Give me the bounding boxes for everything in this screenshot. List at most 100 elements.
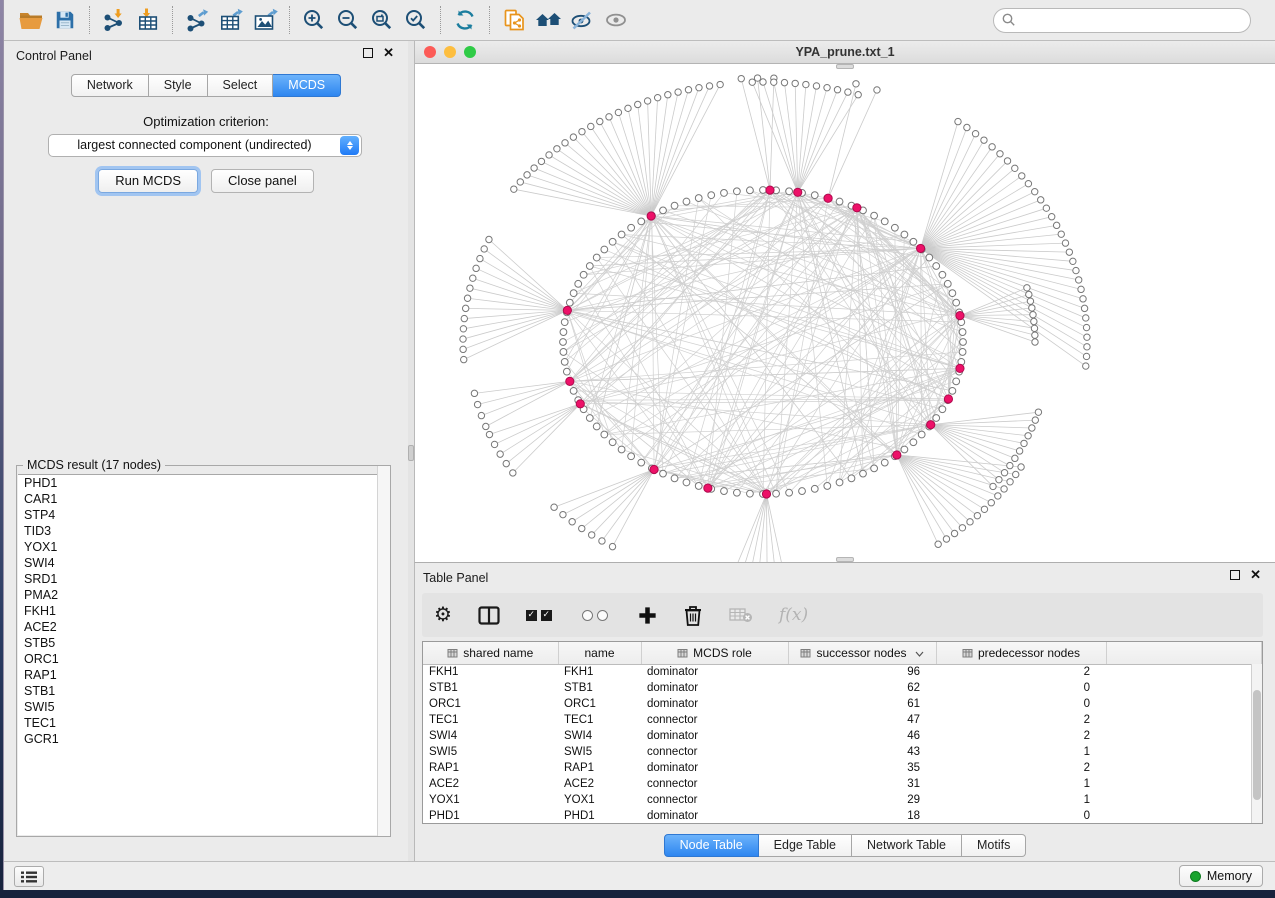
zoom-in-icon[interactable] <box>297 5 331 35</box>
memory-status-icon <box>1190 871 1201 882</box>
status-bar: Memory <box>4 861 1275 890</box>
run-mcds-button[interactable]: Run MCDS <box>98 169 198 193</box>
first-neighbors-icon[interactable] <box>531 5 565 35</box>
mcds-result-item[interactable]: SRD1 <box>18 571 389 587</box>
mcds-result-item[interactable]: SWI4 <box>18 555 389 571</box>
close-panel-button[interactable]: Close panel <box>211 169 314 193</box>
network-title: YPA_prune.txt_1 <box>415 45 1275 59</box>
tab-motifs[interactable]: Motifs <box>962 834 1026 857</box>
tab-select[interactable]: Select <box>208 74 274 97</box>
optimization-criterion-label: Optimization criterion: <box>4 114 408 129</box>
table-tabs: Node Table Edge Table Network Table Moti… <box>415 834 1275 857</box>
column-header-mcds-role[interactable]: MCDS role <box>641 642 788 664</box>
column-header-name[interactable]: name <box>558 642 641 664</box>
hide-selected-icon[interactable] <box>565 5 599 35</box>
close-panel-icon[interactable]: ✕ <box>383 48 394 58</box>
refresh-icon[interactable] <box>448 5 482 35</box>
mcds-result-item[interactable]: SWI5 <box>18 699 389 715</box>
save-session-icon[interactable] <box>48 5 82 35</box>
tab-mcds[interactable]: MCDS <box>273 74 341 97</box>
float-panel-icon[interactable] <box>363 48 373 58</box>
mcds-result-item[interactable]: FKH1 <box>18 603 389 619</box>
table-row[interactable]: STB1STB1dominator620 <box>423 680 1262 696</box>
mcds-result-item[interactable]: YOX1 <box>18 539 389 555</box>
table-row[interactable]: PHD1PHD1dominator180 <box>423 808 1262 824</box>
tab-edge-table[interactable]: Edge Table <box>759 834 852 857</box>
control-panel-header: Control Panel ✕ <box>4 41 408 69</box>
splitter-grip[interactable] <box>836 64 854 69</box>
column-type-icon <box>677 648 688 658</box>
table-row[interactable]: TEC1TEC1connector472 <box>423 712 1262 728</box>
import-table-icon[interactable] <box>131 5 165 35</box>
deselect-all-icon[interactable] <box>582 610 612 621</box>
table-row[interactable]: RAP1RAP1dominator352 <box>423 760 1262 776</box>
table-panel: Table Panel ✕ ⚙ <box>414 562 1275 861</box>
criterion-dropdown[interactable]: largest connected component (undirected) <box>48 134 362 157</box>
toolbar-separator <box>440 6 441 34</box>
table-row[interactable]: YOX1YOX1connector291 <box>423 792 1262 808</box>
mcds-result-item[interactable]: GCR1 <box>18 731 389 747</box>
control-panel-title: Control Panel <box>16 49 92 63</box>
tab-network-table[interactable]: Network Table <box>852 834 962 857</box>
show-all-icon[interactable] <box>599 5 633 35</box>
table-row[interactable]: ORC1ORC1dominator610 <box>423 696 1262 712</box>
table-row[interactable]: ACE2ACE2connector311 <box>423 776 1262 792</box>
mcds-result-item[interactable]: PMA2 <box>18 587 389 603</box>
float-panel-icon[interactable] <box>1230 570 1240 580</box>
mcds-result-list[interactable]: PHD1CAR1STP4TID3YOX1SWI4SRD1PMA2FKH1ACE2… <box>18 474 389 835</box>
export-table-icon[interactable] <box>214 5 248 35</box>
search-icon <box>1002 13 1016 27</box>
table-scrollbar[interactable] <box>1251 664 1262 823</box>
network-view-panel: YPA_prune.txt_1 <box>414 41 1275 562</box>
table-row[interactable]: SWI5SWI5connector431 <box>423 744 1262 760</box>
scrollbar-thumb[interactable] <box>1253 690 1261 800</box>
open-file-icon[interactable] <box>14 5 48 35</box>
mcds-result-item[interactable]: STP4 <box>18 507 389 523</box>
mcds-result-item[interactable]: PHD1 <box>18 475 389 491</box>
mcds-result-item[interactable]: ACE2 <box>18 619 389 635</box>
column-header-predecessor-nodes[interactable]: predecessor nodes <box>936 642 1106 664</box>
mcds-result-item[interactable]: TID3 <box>18 523 389 539</box>
table-header-row: shared name name MCDS role successor nod… <box>423 642 1262 664</box>
search-input[interactable] <box>993 8 1251 33</box>
network-canvas[interactable] <box>415 64 1275 562</box>
tab-node-table[interactable]: Node Table <box>664 834 759 857</box>
delete-table-icon[interactable] <box>729 607 753 623</box>
mcds-result-item[interactable]: RAP1 <box>18 667 389 683</box>
criterion-value: largest connected component (undirected) <box>49 138 340 153</box>
table-settings-icon[interactable]: ⚙ <box>434 605 452 625</box>
close-panel-icon[interactable]: ✕ <box>1250 570 1261 580</box>
table-row[interactable]: SWI4SWI4dominator462 <box>423 728 1262 744</box>
zoom-fit-icon[interactable] <box>365 5 399 35</box>
control-panel-tabs: Network Style Select MCDS <box>4 74 408 97</box>
select-all-icon[interactable] <box>526 610 556 621</box>
mcds-result-item[interactable]: CAR1 <box>18 491 389 507</box>
split-panel-icon[interactable] <box>478 606 500 625</box>
task-history-button[interactable] <box>14 866 44 887</box>
export-image-icon[interactable] <box>248 5 282 35</box>
add-column-icon[interactable] <box>638 606 657 625</box>
function-builder-icon[interactable]: f(x) <box>779 605 808 625</box>
duplicate-network-icon[interactable] <box>497 5 531 35</box>
delete-column-icon[interactable] <box>683 605 703 626</box>
export-network-icon[interactable] <box>180 5 214 35</box>
zoom-selected-icon[interactable] <box>399 5 433 35</box>
tab-style[interactable]: Style <box>149 74 208 97</box>
network-graph[interactable] <box>415 64 1275 562</box>
mcds-result-item[interactable]: TEC1 <box>18 715 389 731</box>
memory-button[interactable]: Memory <box>1179 865 1263 887</box>
table-panel-title: Table Panel <box>423 571 488 585</box>
zoom-out-icon[interactable] <box>331 5 365 35</box>
column-header-successor-nodes[interactable]: successor nodes <box>788 642 936 664</box>
network-title-bar: YPA_prune.txt_1 <box>415 41 1275 64</box>
mcds-list-scrollbar[interactable] <box>377 466 390 836</box>
mcds-result-item[interactable]: ORC1 <box>18 651 389 667</box>
mcds-result-item[interactable]: STB1 <box>18 683 389 699</box>
toolbar-separator <box>289 6 290 34</box>
import-network-icon[interactable] <box>97 5 131 35</box>
table-row[interactable]: FKH1FKH1dominator962 <box>423 664 1262 680</box>
column-header-shared-name[interactable]: shared name <box>423 642 558 664</box>
tab-network[interactable]: Network <box>71 74 149 97</box>
sort-chevron-icon <box>915 651 924 657</box>
mcds-result-item[interactable]: STB5 <box>18 635 389 651</box>
